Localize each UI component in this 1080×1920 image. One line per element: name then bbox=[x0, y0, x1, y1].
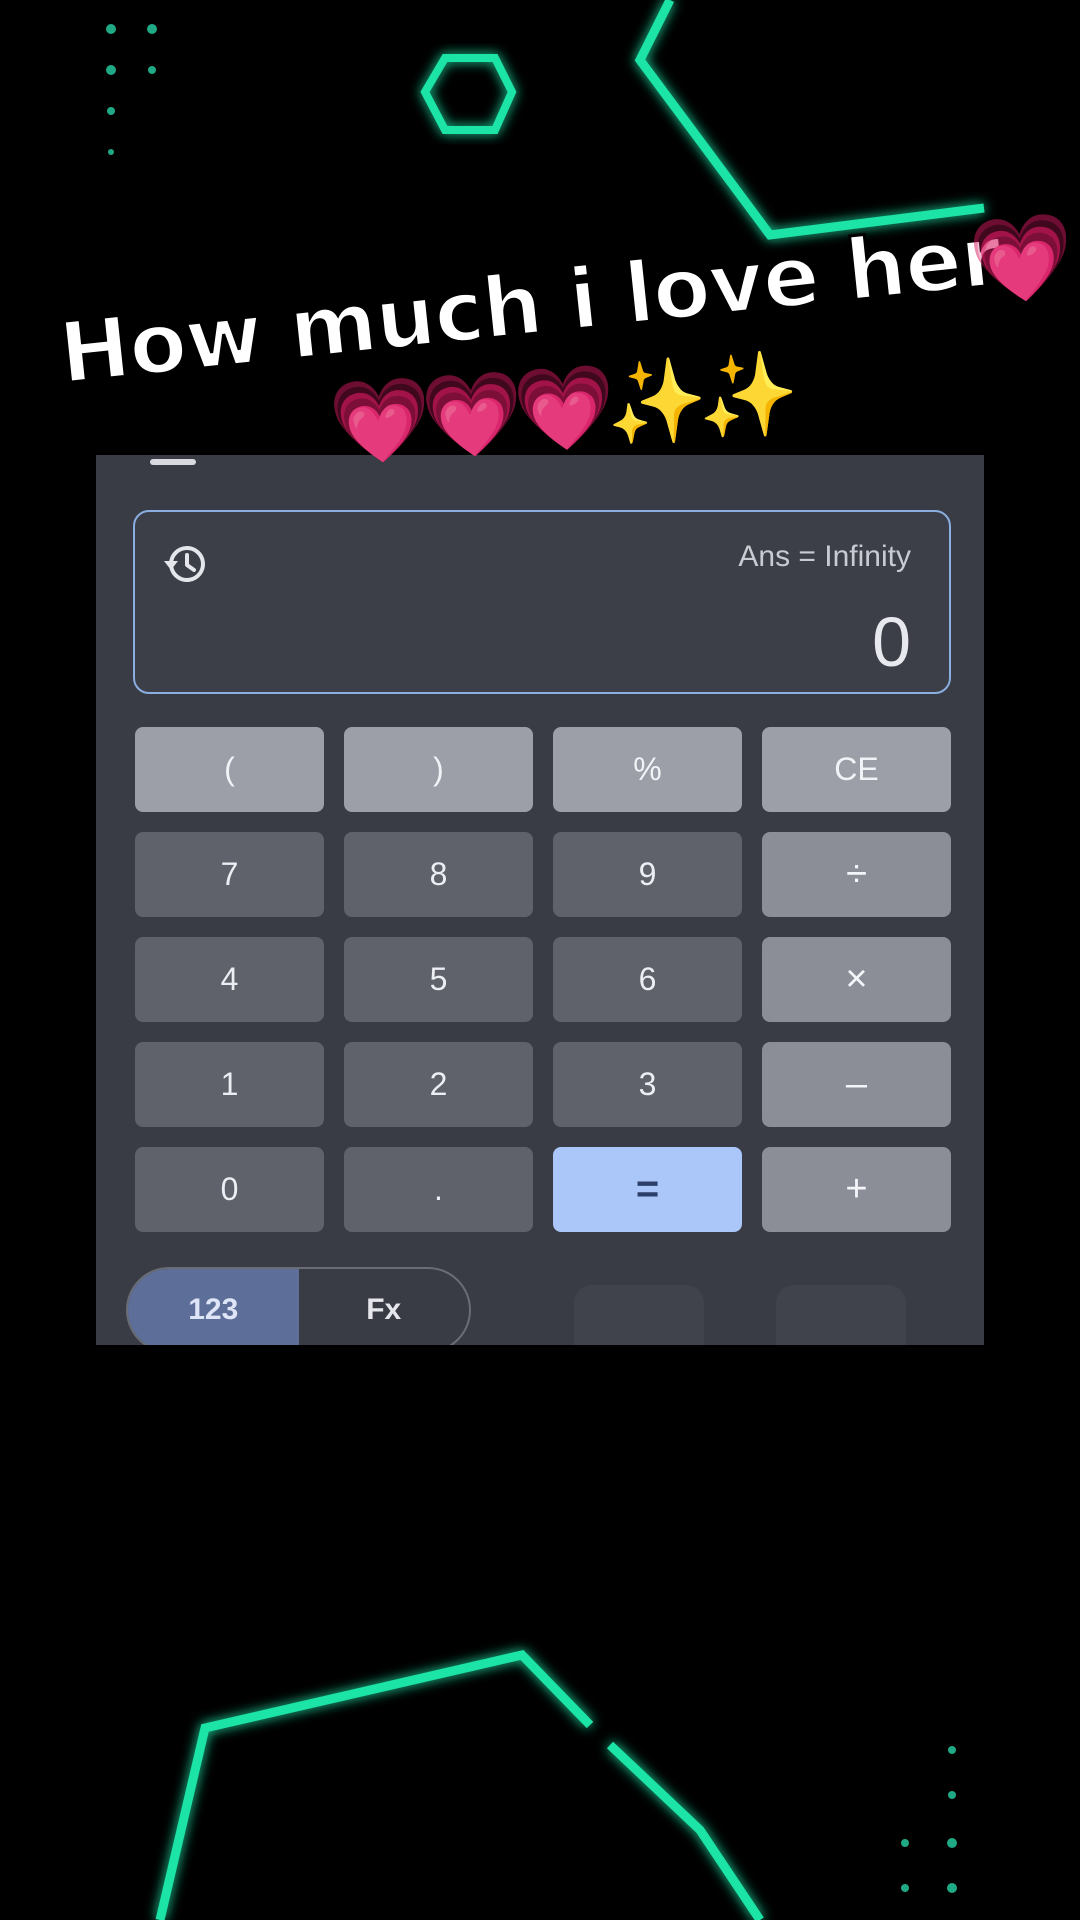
mode-toggle: 123 Fx bbox=[126, 1267, 471, 1345]
open-paren-key[interactable]: ( bbox=[135, 727, 324, 812]
clear-entry-key[interactable]: CE bbox=[762, 727, 951, 812]
digit-8-key[interactable]: 8 bbox=[344, 832, 533, 917]
divide-key[interactable]: ÷ bbox=[762, 832, 951, 917]
numeric-mode-button[interactable]: 123 bbox=[128, 1269, 299, 1345]
background-widget-shape bbox=[574, 1285, 704, 1345]
video-caption: How much i love her 💗 💗💗💗✨✨ bbox=[40, 200, 1079, 490]
large-hexagon-bottom-right bbox=[606, 1741, 764, 1920]
caption-emojis: 💗💗💗✨✨ bbox=[326, 345, 793, 473]
history-icon[interactable] bbox=[161, 540, 209, 588]
digit-7-key[interactable]: 7 bbox=[135, 832, 324, 917]
functions-mode-button[interactable]: Fx bbox=[299, 1269, 470, 1345]
background-widget-shape bbox=[776, 1285, 906, 1345]
large-hexagon-bottom bbox=[155, 1650, 594, 1920]
subtract-key[interactable]: – bbox=[762, 1042, 951, 1127]
calculator-display: Ans = Infinity 0 bbox=[133, 510, 951, 694]
digit-2-key[interactable]: 2 bbox=[344, 1042, 533, 1127]
digit-5-key[interactable]: 5 bbox=[344, 937, 533, 1022]
previous-answer: Ans = Infinity bbox=[738, 540, 911, 573]
percent-key[interactable]: % bbox=[553, 727, 742, 812]
video-frame: Ans = Infinity 0 ()% CE 7 8 9 ÷ 4 5 6 × 1 2 3–0. = + 1… bbox=[0, 0, 1080, 1920]
close-paren-key[interactable]: ) bbox=[344, 727, 533, 812]
add-key[interactable]: + bbox=[762, 1147, 951, 1232]
small-hexagon-outline bbox=[420, 54, 517, 134]
pink-heart-emoji: 💗 bbox=[965, 204, 1080, 314]
digit-3-key[interactable]: 3 bbox=[553, 1042, 742, 1127]
decimal-key[interactable]: . bbox=[344, 1147, 533, 1232]
multiply-key[interactable]: × bbox=[762, 937, 951, 1022]
keypad: ()% CE 7 8 9 ÷ 4 5 6 × 1 2 3– 0. = + bbox=[135, 727, 951, 1232]
digit-6-key[interactable]: 6 bbox=[553, 937, 742, 1022]
digit-9-key[interactable]: 9 bbox=[553, 832, 742, 917]
equals-key[interactable]: = bbox=[553, 1147, 742, 1232]
result-value: 0 bbox=[872, 603, 911, 681]
calculator-app: Ans = Infinity 0 ()% CE 7 8 9 ÷ 4 5 6 × 1 2 3–0. = + 1… bbox=[96, 455, 984, 1345]
dot-cluster-top-left bbox=[106, 24, 157, 155]
dot-cluster-bottom-right bbox=[901, 1746, 957, 1893]
digit-0-key[interactable]: 0 bbox=[135, 1147, 324, 1232]
digit-4-key[interactable]: 4 bbox=[135, 937, 324, 1022]
digit-1-key[interactable]: 1 bbox=[135, 1042, 324, 1127]
